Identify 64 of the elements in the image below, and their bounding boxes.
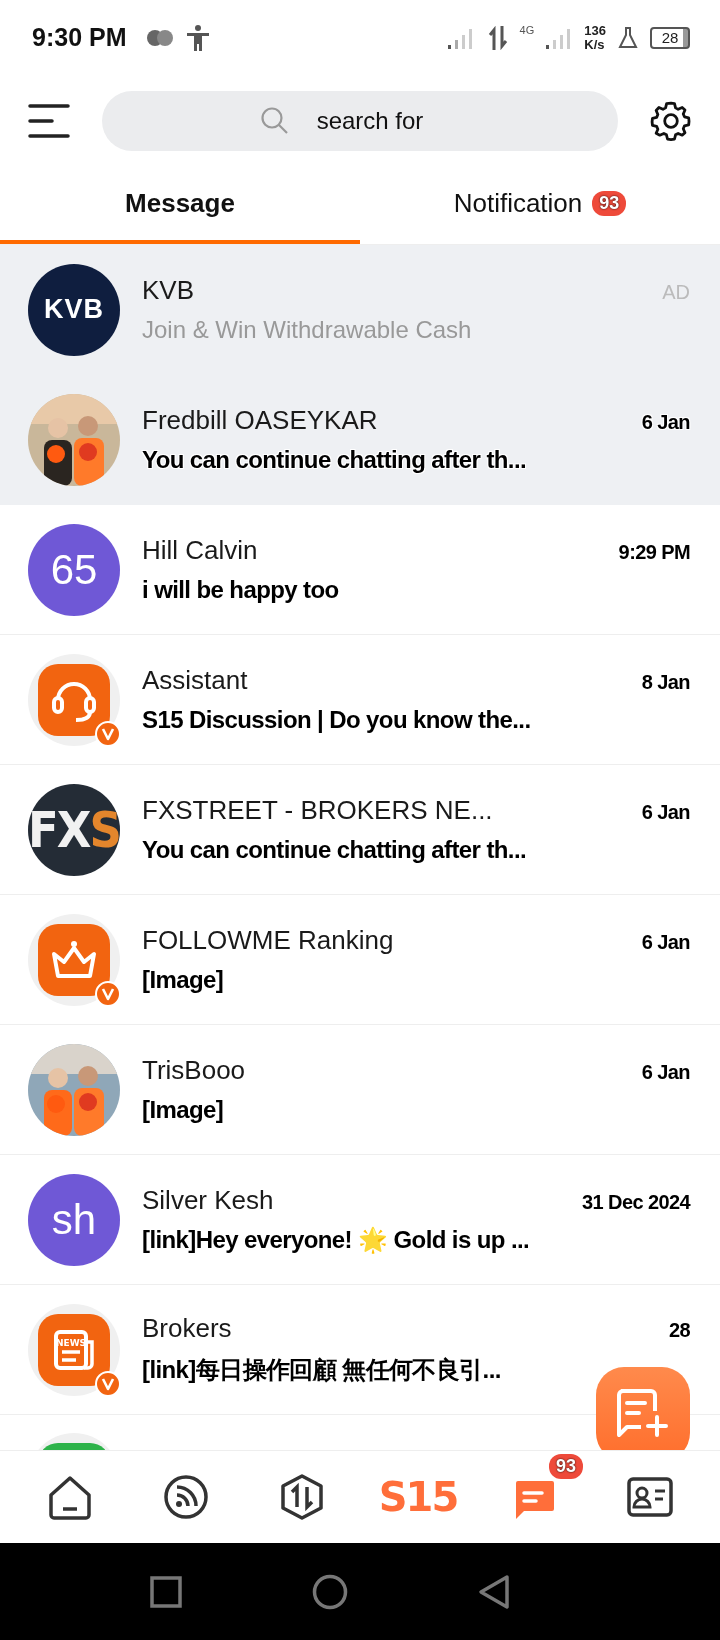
message-preview: S15 Discussion | Do you know the... <box>142 706 531 734</box>
chat-row[interactable]: FOLLOWME Ranking 6 Jan [Image] <box>0 895 720 1025</box>
contact-name: FXSTREET - BROKERS NE... <box>142 795 493 826</box>
translate-icon <box>146 28 175 47</box>
message-preview: Join & Win Withdrawable Cash <box>142 316 472 344</box>
message-time: 6 Jan <box>641 411 690 434</box>
contact-name: Silver Kesh <box>142 1185 274 1216</box>
back-button[interactable] <box>478 1573 510 1610</box>
contact-name: Brokers <box>142 1313 232 1344</box>
avatar-initials: 65 <box>28 523 120 616</box>
contact-name: KVB <box>142 275 195 306</box>
data-arrows-icon <box>487 25 508 50</box>
chat-row[interactable]: TrisBooo 6 Jan [Image] <box>0 1025 720 1155</box>
message-preview: [Image] <box>142 1096 224 1124</box>
chat-row[interactable]: Assistant 8 Jan S15 Discussion | Do you know the... <box>0 635 720 765</box>
message-preview: You can continue chatting after th... <box>142 446 527 474</box>
message-preview: [link]每日操作回顧 無任何不良引... <box>142 1355 501 1385</box>
home-icon <box>46 1473 94 1521</box>
count-badge: 93 <box>548 1454 583 1479</box>
contact-name: TrisBooo <box>142 1055 246 1086</box>
message-time: 8 Jan <box>641 671 690 694</box>
message-time: 28 <box>668 1319 690 1342</box>
message-time: 6 Jan <box>641 801 690 824</box>
contact-name: Assistant <box>142 665 248 696</box>
message-time: 6 Jan <box>641 1061 690 1084</box>
ad-label: AD <box>662 281 690 304</box>
message-time: 6 Jan <box>641 931 690 954</box>
headset-icon <box>38 663 110 736</box>
count-badge: 93 <box>592 191 627 216</box>
chat-row[interactable]: 65 Hill Calvin 9:29 PM i will be happy too <box>0 505 720 635</box>
menu-icon[interactable] <box>28 104 70 138</box>
message-time: 31 Dec 2024 <box>582 1191 690 1214</box>
recents-button[interactable] <box>150 1575 182 1608</box>
tab[interactable]: Notification 93 <box>360 167 720 244</box>
message-preview: [link]Hey everyone! 🌟 Gold is up ... <box>142 1226 530 1254</box>
contact-name: Fredbill OASEYKAR <box>142 405 378 436</box>
pinned-chat-row[interactable]: KVB KVB AD Join & Win Withdrawable Cash <box>0 245 720 375</box>
settings-icon[interactable] <box>650 100 692 142</box>
chat-row[interactable]: sh Silver Kesh 31 Dec 2024 [link]Hey everyone! 🌟 Gold is up ... <box>0 1155 720 1285</box>
home-button[interactable] <box>312 1573 348 1610</box>
crown-icon <box>38 923 110 996</box>
search-field[interactable]: search for <box>102 91 618 151</box>
network-speed: 136 K/s <box>584 23 606 52</box>
signal-icon <box>546 26 573 49</box>
message-preview: i will be happy too <box>142 576 339 604</box>
contact-name: Hill Calvin <box>142 535 258 566</box>
new-message-button[interactable] <box>596 1367 690 1450</box>
battery-level: 28 <box>650 26 690 49</box>
chat-row[interactable]: FXS FXSTREET - BROKERS NE... 6 Jan You can continue chatting after th... <box>0 765 720 895</box>
message-preview: [Image] <box>142 966 224 994</box>
brand-logo: FXS <box>28 783 120 876</box>
avatar-initials: sh <box>28 1173 120 1266</box>
hexagon-arrows-icon <box>278 1473 326 1521</box>
contact-name: FOLLOWME Ranking <box>142 925 394 956</box>
flask-icon <box>618 26 638 49</box>
message-time: 9:29 PM <box>618 541 690 564</box>
brand-logo: KVB <box>28 263 120 356</box>
status-time: 9:30 PM <box>32 23 127 52</box>
message-preview: You can continue chatting after th... <box>142 836 527 864</box>
search-icon <box>260 106 290 136</box>
pinned-chat-row[interactable]: Fredbill OASEYKAR 6 Jan You can continue chatting after th... <box>0 375 720 505</box>
feed-icon <box>162 1473 210 1521</box>
network-type: 4G <box>519 24 535 36</box>
accessibility-icon <box>186 24 211 51</box>
